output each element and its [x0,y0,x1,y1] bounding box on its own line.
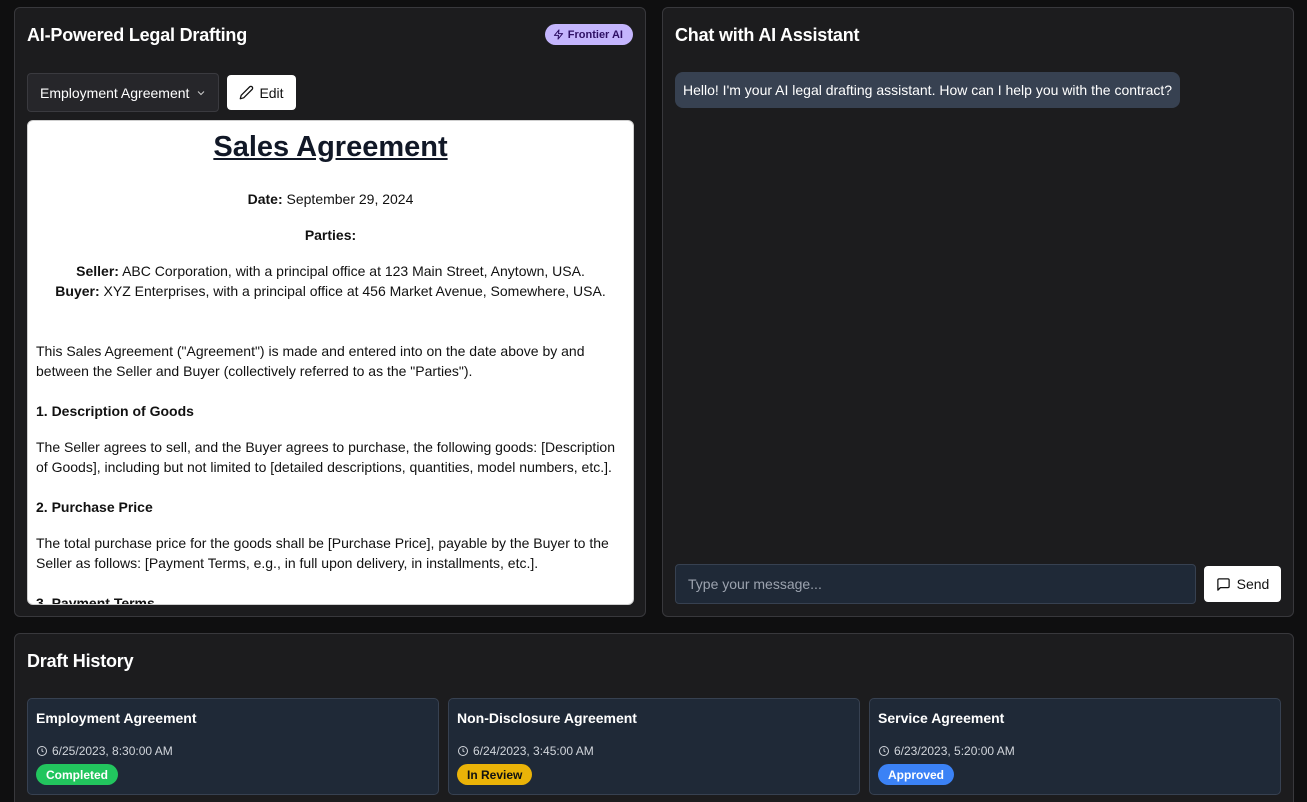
frontier-ai-label: Frontier AI [567,28,623,41]
drafting-panel: AI-Powered Legal Drafting Frontier AI Em… [14,7,646,617]
frontier-ai-badge: Frontier AI [544,24,633,45]
chat-message-input[interactable] [675,564,1196,604]
edit-label: Edit [259,84,284,101]
date-label: Date: [247,191,283,207]
section-3-heading: 3. Payment Terms [36,595,155,605]
buyer-line: Buyer: XYZ Enterprises, with a principal… [36,281,625,301]
document-intro: This Sales Agreement ("Agreement") is ma… [36,343,585,379]
chat-title: Chat with AI Assistant [675,25,860,45]
clock-icon [458,746,468,756]
history-card-title: Non-Disclosure Agreement [457,710,637,726]
history-card-time-text: 6/24/2023, 3:45:00 AM [473,744,594,758]
chevron-down-icon [198,90,205,95]
history-card-time-text: 6/23/2023, 5:20:00 AM [894,744,1015,758]
history-card-title: Service Agreement [878,710,1005,726]
draft-history-panel: Draft History Employment Agreement 6/25/… [14,633,1294,802]
template-select-value: Employment Agreement [40,84,190,101]
history-card[interactable]: Non-Disclosure Agreement 6/24/2023, 3:45… [448,698,860,795]
drafting-title: AI-Powered Legal Drafting [27,25,248,45]
send-button[interactable]: Send [1204,566,1281,602]
clock-icon [37,746,47,756]
history-card[interactable]: Service Agreement 6/23/2023, 5:20:00 AM … [869,698,1281,795]
section-2-text: The total purchase price for the goods s… [36,535,609,571]
template-select[interactable]: Employment Agreement [27,73,219,112]
seller-text: ABC Corporation, with a principal office… [118,263,585,279]
history-card-time: 6/23/2023, 5:20:00 AM [878,744,1015,758]
history-card[interactable]: Employment Agreement 6/25/2023, 8:30:00 … [27,698,439,795]
date-value: September 29, 2024 [282,191,414,207]
document-date: Date: September 29, 2024 [36,189,625,209]
history-card-title: Employment Agreement [36,710,197,726]
document-title: Sales Agreement [213,131,448,163]
parties-label: Parties: [304,227,357,243]
section-1-text: The Seller agrees to sell, and the Buyer… [36,439,615,475]
history-card-time-text: 6/25/2023, 8:30:00 AM [52,744,173,758]
history-card-time: 6/24/2023, 3:45:00 AM [457,744,594,758]
status-badge: Approved [878,764,955,785]
document-parties: Seller: ABC Corporation, with a principa… [36,261,625,301]
zap-icon [553,29,563,40]
status-badge: Completed [36,764,119,785]
clock-icon [879,746,889,756]
document-preview[interactable]: Sales Agreement Date: September 29, 2024… [27,120,634,605]
buyer-label: Buyer: [55,283,100,299]
chat-panel: Chat with AI Assistant Hello! I'm your A… [662,7,1294,617]
pencil-icon [240,85,254,100]
buyer-text: XYZ Enterprises, with a principal office… [99,283,606,299]
status-badge: In Review [457,764,533,785]
message-square-icon [1216,577,1230,591]
send-label: Send [1236,576,1270,592]
edit-button[interactable]: Edit [227,75,296,110]
draft-history-title: Draft History [27,651,134,671]
document-parties-heading: Parties: [36,225,625,245]
seller-line: Seller: ABC Corporation, with a principa… [36,261,625,281]
seller-label: Seller: [76,263,119,279]
history-card-time: 6/25/2023, 8:30:00 AM [36,744,173,758]
section-2-heading: 2. Purchase Price [36,499,153,515]
section-1-heading: 1. Description of Goods [36,403,194,419]
assistant-message: Hello! I'm your AI legal drafting assist… [675,72,1181,108]
